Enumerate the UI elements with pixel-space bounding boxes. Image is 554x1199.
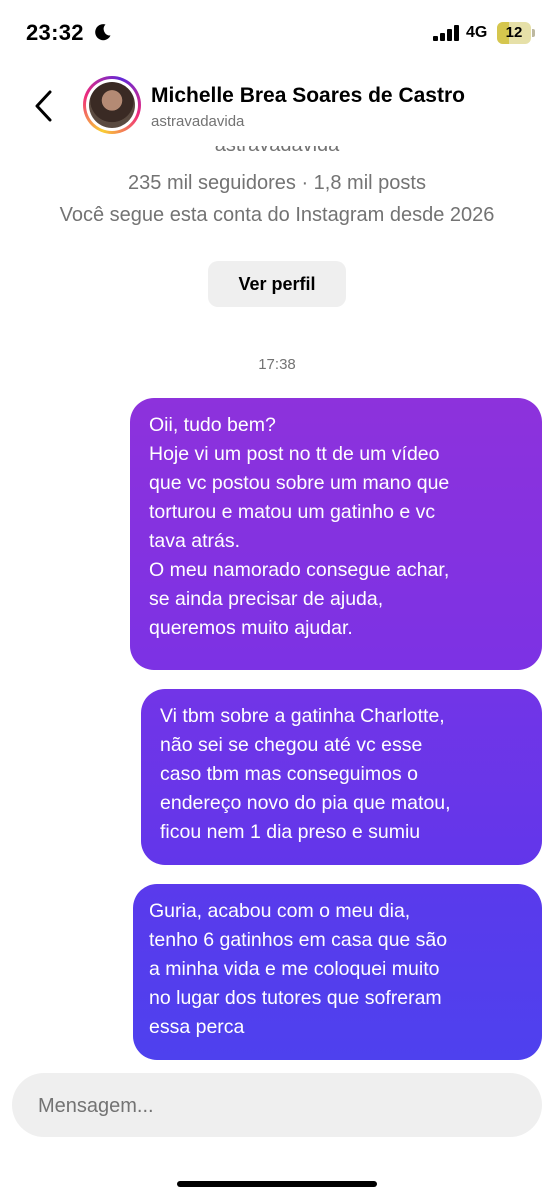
message-line: se ainda precisar de ajuda, [149, 588, 384, 610]
status-time: 23:32 [26, 20, 84, 45]
home-indicator[interactable] [177, 1181, 377, 1187]
message-composer[interactable] [12, 1073, 542, 1139]
chat-header: Michelle Brea Soares de Castro astravada… [0, 70, 554, 146]
message-line: tava atrás. [149, 530, 241, 552]
message-line: a minha vida e me coloquei muito [149, 958, 440, 980]
message-timestamp: 17:38 [258, 356, 296, 373]
followers-info: 235 mil seguidores · 1,8 mil posts [128, 172, 426, 194]
view-profile-button[interactable]: Ver perfil [208, 261, 346, 307]
contact-handle: astravadavida [151, 113, 245, 130]
message-line: Hoje vi um post no tt de um vídeo [149, 443, 440, 465]
message-line: queremos muito ajudar. [149, 617, 353, 639]
message-bubble[interactable]: Oii, tudo bem? Hoje vi um post no tt de … [130, 398, 542, 670]
avatar[interactable] [83, 76, 141, 134]
message-line: não sei se chegou até vc esse [160, 734, 423, 756]
message-line: que vc postou sobre um mano que [149, 472, 450, 494]
status-bar: 23:32 4G 12 [0, 0, 554, 70]
back-arrow-icon[interactable] [30, 88, 60, 124]
battery-tip [532, 29, 535, 37]
battery-level: 12 [505, 24, 523, 41]
message-line: endereço novo do pia que matou, [160, 792, 451, 814]
message-line: ficou nem 1 dia preso e sumiu [160, 821, 421, 843]
network-type: 4G [466, 24, 488, 41]
message-line: Guria, acabou com o meu dia, [149, 900, 411, 922]
follows-since: Você segue esta conta do Instagram desde… [59, 204, 495, 226]
message-line: O meu namorado consegue achar, [149, 559, 450, 581]
cellular-signal-icon [433, 25, 461, 41]
avatar-photo [89, 82, 135, 128]
message-line: tenho 6 gatinhos em casa que são [149, 929, 448, 951]
moon-icon [95, 24, 111, 41]
message-bubble[interactable]: Guria, acabou com o meu dia, tenho 6 gat… [133, 884, 542, 1060]
message-line: Oii, tudo bem? [149, 414, 276, 436]
message-line: no lugar dos tutores que sofreram [149, 987, 442, 1009]
message-line: Vi tbm sobre a gatinha Charlotte, [160, 705, 445, 727]
message-bubble[interactable]: Vi tbm sobre a gatinha Charlotte, não se… [141, 689, 542, 865]
message-line: essa perca [149, 1016, 245, 1038]
message-input[interactable] [36, 1073, 520, 1139]
message-line: torturou e matou um gatinho e vc [149, 501, 436, 523]
message-line: caso tbm mas conseguimos o [160, 763, 418, 785]
contact-name[interactable]: Michelle Brea Soares de Castro [151, 84, 465, 108]
battery-icon: 12 [497, 22, 531, 44]
